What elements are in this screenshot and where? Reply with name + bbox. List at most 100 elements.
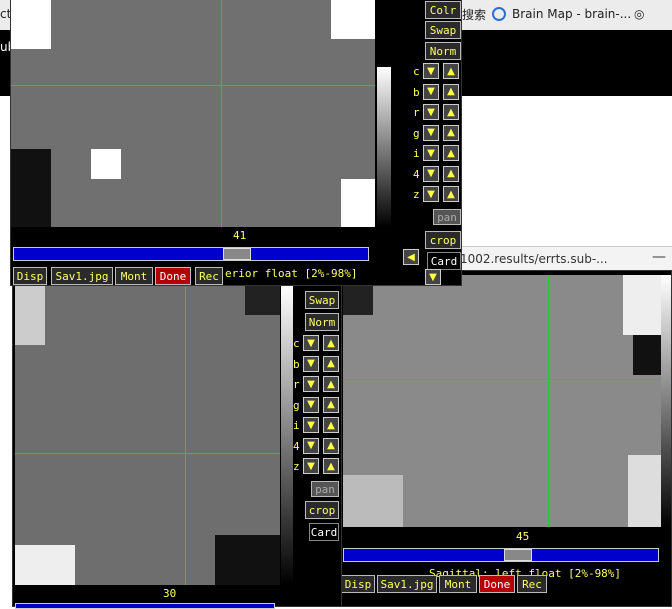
done-button[interactable]: Done xyxy=(155,267,191,285)
swap-button[interactable]: Swap xyxy=(425,21,461,39)
left-arrow-icon[interactable]: ◀ xyxy=(403,249,419,265)
control-letter: c xyxy=(293,337,300,350)
up-arrow-icon[interactable]: ▲ xyxy=(323,376,339,392)
browser-tab-search[interactable]: 搜索 xyxy=(462,3,486,25)
down-arrow-icon[interactable]: ▼ xyxy=(423,104,439,120)
up-arrow-icon[interactable]: ▲ xyxy=(323,417,339,433)
axial-colorbar[interactable] xyxy=(377,67,391,227)
sagittal-slice-number: 45 xyxy=(516,530,530,543)
image-speckle xyxy=(91,149,121,179)
down-arrow-icon[interactable]: ▼ xyxy=(425,269,441,285)
mont-button[interactable]: Mont xyxy=(439,575,477,593)
down-arrow-icon[interactable]: ▼ xyxy=(303,458,319,474)
tab-close-button[interactable]: ◎ xyxy=(634,3,644,25)
control-letter: g xyxy=(413,126,420,140)
tab-search-text: 搜索 xyxy=(462,7,487,22)
colr-button[interactable]: Colr xyxy=(425,1,461,19)
up-arrow-icon[interactable]: ▲ xyxy=(323,335,339,351)
image-speckle xyxy=(633,335,661,375)
coronal-viewer: Swap Norm pan crop Card 30 c ▼ ▲ b ▼ ▲ r ▼ ▲ g ▼ ▲ i… xyxy=(12,284,342,609)
down-arrow-icon[interactable]: ▼ xyxy=(423,145,439,161)
crosshair-vertical xyxy=(548,275,549,527)
sagittal-viewer: 45 Sagittal: left float [2%-98%] Disp Sa… xyxy=(340,270,672,607)
swap-button[interactable]: Swap xyxy=(305,291,339,309)
rec-button[interactable]: Rec xyxy=(517,575,547,593)
image-speckle xyxy=(341,179,375,227)
close-icon: ◎ xyxy=(634,7,645,21)
window-controls: — xyxy=(652,249,666,265)
up-arrow-icon[interactable]: ▲ xyxy=(443,83,459,100)
browser-tab-brain-map[interactable]: Brain Map - brain-... xyxy=(492,3,631,25)
slider-thumb[interactable] xyxy=(504,549,532,561)
control-letter: z xyxy=(293,460,300,473)
image-speckle xyxy=(343,475,403,527)
control-letter: g xyxy=(293,398,300,412)
save-button[interactable]: Sav1.jpg xyxy=(377,575,437,593)
save-button[interactable]: Sav1.jpg xyxy=(51,267,113,285)
control-letter: b xyxy=(293,357,300,371)
minimize-icon[interactable]: — xyxy=(652,249,666,265)
globe-icon xyxy=(492,7,506,21)
rec-button[interactable]: Rec xyxy=(195,267,223,285)
axial-slice-slider[interactable] xyxy=(13,247,369,261)
up-arrow-icon[interactable]: ▲ xyxy=(443,104,459,120)
image-speckle xyxy=(15,285,45,345)
crop-button[interactable]: crop xyxy=(305,501,339,519)
slider-thumb[interactable] xyxy=(223,248,251,260)
image-speckle xyxy=(215,535,280,585)
disp-button[interactable]: Disp xyxy=(13,267,47,285)
mont-button[interactable]: Mont xyxy=(115,267,153,285)
crosshair-horizontal xyxy=(343,379,661,380)
up-arrow-icon[interactable]: ▲ xyxy=(443,63,459,79)
down-arrow-icon[interactable]: ▼ xyxy=(423,186,439,202)
axial-image[interactable] xyxy=(11,0,375,227)
control-letter: z xyxy=(413,188,420,201)
down-arrow-icon[interactable]: ▼ xyxy=(303,417,319,433)
image-speckle xyxy=(331,0,375,39)
crosshair-horizontal xyxy=(11,85,375,86)
up-arrow-icon[interactable]: ▲ xyxy=(323,437,339,454)
norm-button[interactable]: Norm xyxy=(305,313,339,331)
image-speckle xyxy=(628,455,661,527)
crop-button[interactable]: crop xyxy=(425,231,461,249)
coronal-image[interactable] xyxy=(15,285,280,585)
window-title: b-1002.results/errts.sub-... xyxy=(448,251,608,266)
axial-viewer: Colr Swap Norm pan crop Card ◀ ▼ 41 Disp… xyxy=(10,0,462,286)
card-button[interactable]: Card xyxy=(309,523,339,541)
control-letter: 4 xyxy=(293,439,300,453)
up-arrow-icon[interactable]: ▲ xyxy=(323,355,339,372)
up-arrow-icon[interactable]: ▲ xyxy=(443,145,459,161)
sagittal-slice-slider[interactable] xyxy=(343,548,659,562)
down-arrow-icon[interactable]: ▼ xyxy=(423,83,439,100)
disp-button[interactable]: Disp xyxy=(341,575,375,593)
control-letter: b xyxy=(413,85,420,99)
card-button[interactable]: Card xyxy=(427,252,461,270)
image-speckle xyxy=(11,149,51,227)
down-arrow-icon[interactable]: ▼ xyxy=(303,335,319,351)
pan-button[interactable]: pan xyxy=(311,481,339,497)
up-arrow-icon[interactable]: ▲ xyxy=(443,124,459,141)
image-speckle xyxy=(15,545,75,585)
sagittal-colorbar[interactable] xyxy=(661,275,671,527)
crosshair-vertical xyxy=(221,0,222,227)
coronal-slice-slider[interactable] xyxy=(15,603,275,609)
down-arrow-icon[interactable]: ▼ xyxy=(303,376,319,392)
down-arrow-icon[interactable]: ▼ xyxy=(423,165,439,182)
down-arrow-icon[interactable]: ▼ xyxy=(303,355,319,372)
control-letter: r xyxy=(413,106,420,119)
down-arrow-icon[interactable]: ▼ xyxy=(303,437,319,454)
sagittal-image[interactable] xyxy=(343,275,661,527)
down-arrow-icon[interactable]: ▼ xyxy=(303,396,319,413)
up-arrow-icon[interactable]: ▲ xyxy=(443,165,459,182)
up-arrow-icon[interactable]: ▲ xyxy=(443,186,459,202)
crosshair-vertical xyxy=(185,285,186,585)
up-arrow-icon[interactable]: ▲ xyxy=(323,396,339,413)
norm-button[interactable]: Norm xyxy=(425,42,461,60)
up-arrow-icon[interactable]: ▲ xyxy=(323,458,339,474)
window-title-bar[interactable]: b-1002.results/errts.sub-... — xyxy=(442,246,672,270)
down-arrow-icon[interactable]: ▼ xyxy=(423,63,439,79)
pan-button[interactable]: pan xyxy=(433,209,461,225)
done-button[interactable]: Done xyxy=(479,575,515,593)
coronal-colorbar[interactable] xyxy=(281,285,293,585)
down-arrow-icon[interactable]: ▼ xyxy=(423,124,439,141)
